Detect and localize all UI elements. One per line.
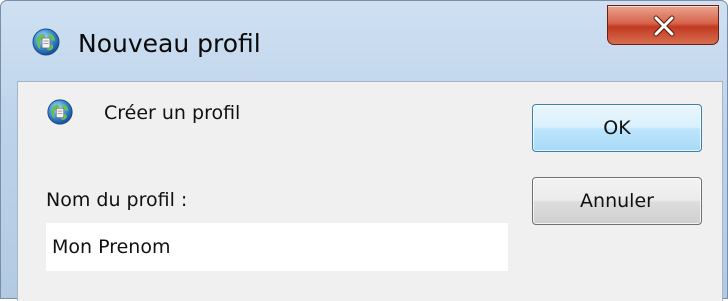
title-bar[interactable]: Nouveau profil — [1, 1, 727, 81]
profile-globe-icon — [31, 27, 61, 57]
window-title: Nouveau profil — [78, 29, 261, 58]
dialog-heading: Créer un profil — [104, 102, 241, 124]
ok-button[interactable]: OK — [532, 104, 702, 152]
close-button[interactable] — [607, 5, 719, 45]
dialog-window: Nouveau profil Créer un profil Nom du pr… — [0, 0, 728, 301]
profile-name-input[interactable] — [46, 223, 508, 271]
profile-name-label: Nom du profil : — [46, 189, 188, 211]
dialog-body: Créer un profil Nom du profil : OK Annul… — [17, 81, 723, 301]
profile-globe-icon — [46, 98, 74, 126]
cancel-button[interactable]: Annuler — [532, 177, 702, 225]
